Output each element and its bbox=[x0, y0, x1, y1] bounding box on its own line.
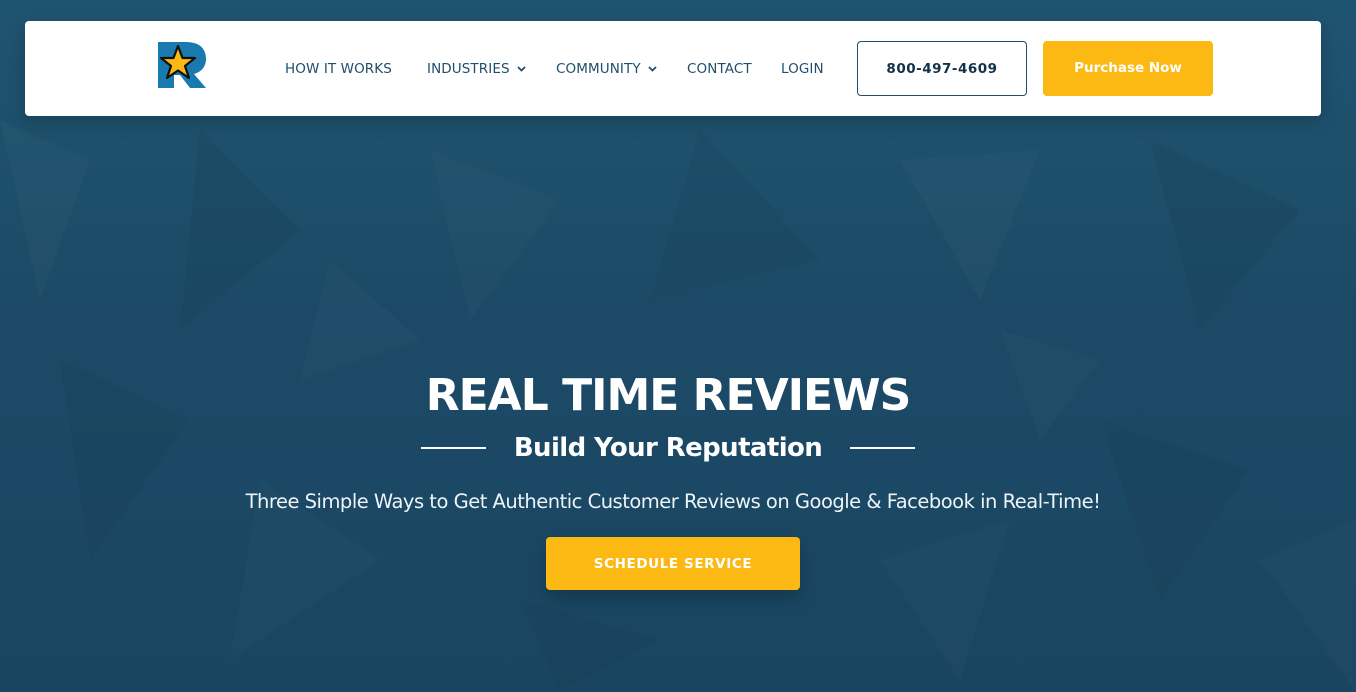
hero-subtitle-row: Build Your Reputation bbox=[0, 433, 1336, 463]
divider-line-right bbox=[850, 447, 916, 449]
nav-label: INDUSTRIES bbox=[427, 61, 510, 77]
nav-label: LOGIN bbox=[781, 61, 824, 77]
top-navbar: HOW IT WORKS INDUSTRIES COMMUNITY CONTAC… bbox=[25, 21, 1321, 116]
nav-contact[interactable]: CONTACT bbox=[687, 59, 752, 79]
nav-industries[interactable]: INDUSTRIES bbox=[427, 59, 526, 79]
nav-label: COMMUNITY bbox=[556, 61, 641, 77]
hero-subtitle: Build Your Reputation bbox=[513, 433, 823, 463]
hero-title: REAL TIME REVIEWS bbox=[425, 370, 912, 421]
nav-how-it-works[interactable]: HOW IT WORKS bbox=[285, 59, 392, 79]
chevron-down-icon bbox=[648, 66, 657, 72]
phone-button[interactable]: 800-497-4609 bbox=[857, 41, 1027, 96]
nav-login[interactable]: LOGIN bbox=[781, 59, 824, 79]
divider-line-left bbox=[420, 447, 486, 449]
schedule-service-button[interactable]: SCHEDULE SERVICE bbox=[546, 537, 800, 590]
purchase-now-button[interactable]: Purchase Now bbox=[1043, 41, 1213, 96]
chevron-down-icon bbox=[517, 66, 526, 72]
r-star-logo-icon[interactable] bbox=[156, 40, 208, 90]
nav-community[interactable]: COMMUNITY bbox=[556, 59, 657, 79]
nav-label: CONTACT bbox=[687, 61, 752, 77]
nav-label: HOW IT WORKS bbox=[285, 61, 392, 77]
hero-tagline: Three Simple Ways to Get Authentic Custo… bbox=[245, 490, 1101, 513]
